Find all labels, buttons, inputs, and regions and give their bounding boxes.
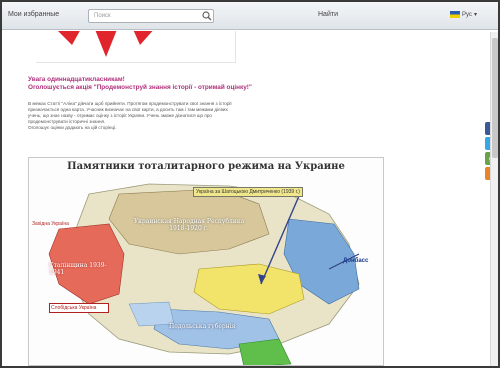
announcement-subheading: Оголошується акція "Продемонструй знання… [28,84,252,91]
find-button[interactable]: Найти [318,11,338,18]
announcement-heading: Увага одиннадцатикласникам! [28,76,125,83]
language-selector[interactable]: Рус ▾ [450,11,477,18]
browser-window: Мои избранные Поиск Найти Рус ▾ Увага од… [0,0,500,368]
favorites-link[interactable]: Мои избранные [8,11,59,18]
map-title: Памятники тоталитарного режима на Украин… [67,161,345,172]
language-label: Рус [462,11,472,18]
search-icon[interactable] [202,11,212,21]
map-label: Західна Україна [32,221,69,227]
page-content: Увага одиннадцатикласникам! Оголошується… [14,31,486,366]
map-label: Сталінщина 1939-1941 [49,262,107,276]
flag-icon [450,11,460,18]
vertical-scrollbar[interactable] [490,32,498,366]
map-label: Донбасс [343,258,369,264]
search-input[interactable]: Поиск [88,9,214,23]
map-label: Подольська губернія [169,323,236,330]
map-label: Слобідська Україна [49,303,109,313]
scrollbar-thumb[interactable] [492,38,498,158]
map-label: Украинская Народная Республика 1918-1920… [133,218,245,232]
chevron-down-icon: ▾ [473,12,477,18]
article-body: В межах Статті "Аліна" дівчати щоб прийн… [28,101,448,131]
article-line: Оголошує оцінки додають на цій сторінці. [28,125,117,130]
map-label: Україна за Шатоцькою Дмитриченко (1939 г… [193,187,303,197]
site-logo[interactable] [36,31,236,63]
browser-toolbar: Мои избранные Поиск Найти Рус ▾ [2,2,498,30]
map-image[interactable]: Памятники тоталитарного режима на Украин… [28,157,384,366]
